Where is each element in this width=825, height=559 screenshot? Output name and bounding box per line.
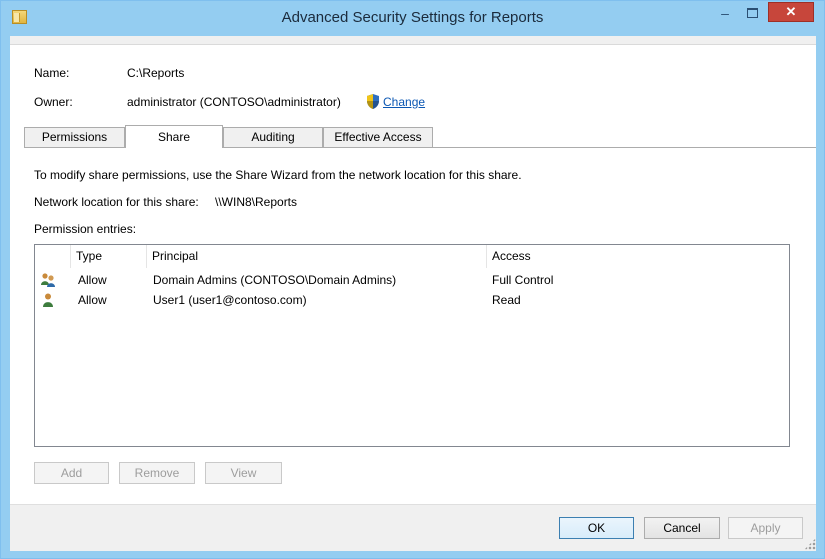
add-button[interactable]: Add: [34, 462, 109, 484]
row-type: Allow: [78, 273, 107, 287]
network-location-label: Network location for this share:: [34, 195, 199, 209]
maximize-icon: [747, 8, 758, 18]
table-row[interactable]: Allow Domain Admins (CONTOSO\Domain Admi…: [36, 270, 788, 290]
minimize-button[interactable]: –: [712, 3, 738, 23]
row-principal: User1 (user1@contoso.com): [153, 293, 307, 307]
table-row[interactable]: Allow User1 (user1@contoso.com) Read: [36, 290, 788, 310]
owner-label: Owner:: [34, 95, 73, 109]
advanced-security-settings-window: Advanced Security Settings for Reports –…: [0, 0, 825, 559]
tab-share[interactable]: Share: [125, 125, 223, 148]
name-value: C:\Reports: [127, 66, 185, 80]
share-instructions: To modify share permissions, use the Sha…: [34, 168, 522, 182]
window-title: Advanced Security Settings for Reports: [281, 9, 544, 26]
column-header-principal[interactable]: Principal: [147, 245, 487, 268]
user-icon: [43, 293, 53, 307]
column-header-access[interactable]: Access: [487, 245, 789, 268]
permission-entries-label: Permission entries:: [34, 222, 137, 236]
tab-effective-access[interactable]: Effective Access: [323, 127, 433, 147]
view-button[interactable]: View: [205, 462, 282, 484]
row-principal: Domain Admins (CONTOSO\Domain Admins): [153, 273, 397, 287]
column-header-icon[interactable]: [35, 245, 71, 268]
uac-shield-icon: [367, 94, 379, 109]
close-button[interactable]: ✕: [768, 2, 814, 22]
cancel-button[interactable]: Cancel: [644, 517, 720, 539]
row-access: Full Control: [492, 273, 554, 287]
name-label: Name:: [34, 66, 70, 80]
row-type: Allow: [78, 293, 107, 307]
maximize-button[interactable]: [738, 3, 764, 23]
tab-permissions[interactable]: Permissions: [24, 127, 125, 147]
dialog-client-area: Name: C:\Reports Owner: administrator (C…: [10, 36, 816, 551]
change-owner-link[interactable]: Change: [383, 95, 425, 109]
title-bar[interactable]: Advanced Security Settings for Reports –…: [1, 1, 824, 36]
network-location-value: \\WIN8\Reports: [215, 195, 298, 209]
remove-button[interactable]: Remove: [119, 462, 195, 484]
apply-button[interactable]: Apply: [728, 517, 803, 539]
permission-entries-list[interactable]: Type Principal Access Allow Domain Admin…: [34, 244, 790, 447]
owner-value: administrator (CONTOSO\administrator): [127, 95, 341, 109]
row-access: Read: [492, 293, 521, 307]
group-users-icon: [41, 273, 55, 287]
column-header-type[interactable]: Type: [71, 245, 147, 268]
ok-button[interactable]: OK: [559, 517, 634, 539]
tab-auditing[interactable]: Auditing: [223, 127, 323, 147]
